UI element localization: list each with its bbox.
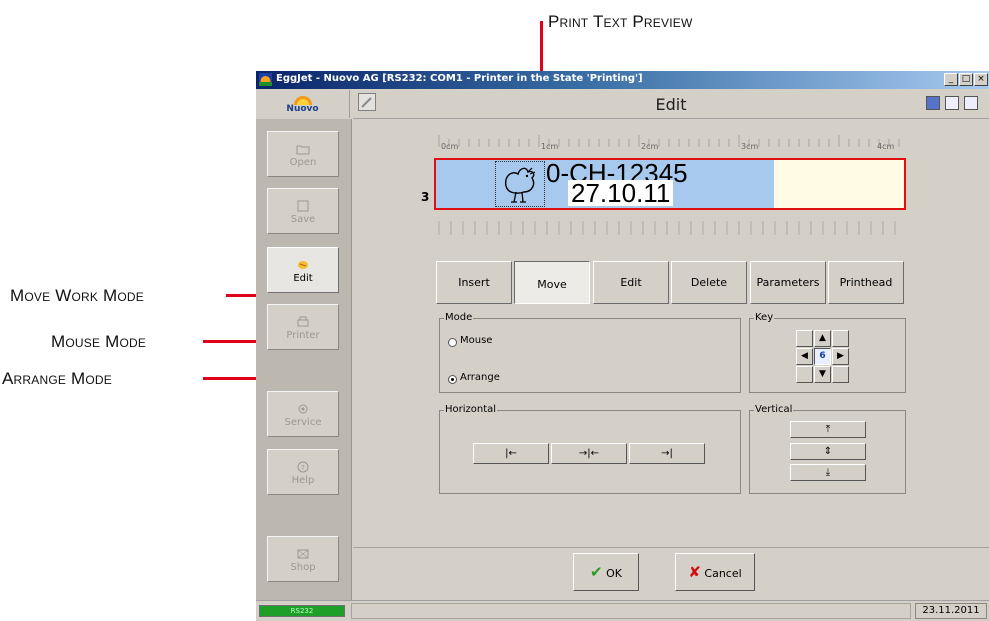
ruler-bottom	[438, 221, 896, 235]
app-window: EggJet - Nuovo AG [RS232: COM1 - Printer…	[256, 71, 989, 621]
window-title: EggJet - Nuovo AG [RS232: COM1 - Printer…	[276, 73, 643, 84]
action-bar	[353, 547, 989, 608]
close-button[interactable]: ×	[974, 73, 988, 86]
vertical-group-title: Vertical	[754, 404, 794, 415]
sidebar-item-help[interactable]: ? Help	[267, 449, 339, 495]
status-divider	[351, 603, 911, 619]
row-number: 3	[421, 190, 430, 204]
key-step-value[interactable]: 6	[814, 348, 831, 365]
sidebar-item-label: Save	[290, 214, 316, 225]
page-title: Edit	[655, 95, 687, 114]
status-bar: RS232 23.11.2011	[256, 600, 989, 621]
align-center-h-button[interactable]: →|←	[551, 443, 627, 464]
sidebar-item-label: Open	[289, 157, 317, 168]
horizontal-group-title: Horizontal	[444, 404, 498, 415]
sidebar-item-label: Printer	[286, 330, 320, 341]
tab-insert[interactable]: Insert	[436, 261, 512, 304]
ruler-label-1: 1cm	[541, 142, 558, 151]
check-icon: ✔	[590, 563, 603, 581]
sidebar: Open Save Edit Printer Service ? Help Sh…	[256, 119, 352, 607]
tab-move[interactable]: Move	[514, 261, 590, 304]
tab-parameters[interactable]: Parameters	[750, 261, 826, 304]
sidebar-item-service[interactable]: Service	[267, 391, 339, 437]
ruler-label-0: 0cm	[441, 142, 458, 151]
status-port: RS232	[259, 605, 345, 617]
preview-line-2: 27.10.11	[568, 180, 674, 206]
egg-icon	[298, 261, 308, 269]
svg-text:?: ?	[301, 464, 305, 472]
align-middle-v-button[interactable]: ⇕	[790, 443, 866, 460]
callout-print-text-preview: Print Text Preview	[548, 12, 693, 31]
sidebar-item-shop[interactable]: Shop	[267, 536, 339, 582]
cancel-button[interactable]: ✘ Cancel	[675, 553, 755, 591]
sidebar-item-printer[interactable]: Printer	[267, 304, 339, 350]
mode-group: Mode Mouse Arrange	[439, 312, 741, 393]
printer-icon	[297, 316, 309, 327]
sidebar-item-save[interactable]: Save	[267, 188, 339, 234]
print-text-preview[interactable]: 0-CH-12345 27.10.11	[434, 158, 906, 210]
sidebar-item-label: Edit	[293, 273, 313, 284]
logo-text: Nuovo	[286, 104, 319, 114]
folder-icon	[296, 145, 310, 155]
ruler-label-4: 4cm	[877, 142, 894, 151]
align-right-button[interactable]: →|	[629, 443, 705, 464]
mode-group-title: Mode	[444, 312, 474, 323]
arrange-radio-label[interactable]: Arrange	[460, 372, 500, 383]
ruler-top: 0cm 1cm 2cm 3cm 4cm	[438, 135, 900, 151]
sidebar-item-label: Shop	[290, 562, 316, 573]
align-left-button[interactable]: |←	[473, 443, 549, 464]
title-bar: EggJet - Nuovo AG [RS232: COM1 - Printer…	[256, 71, 989, 89]
ruler-label-2: 2cm	[641, 142, 658, 151]
disk-icon	[297, 200, 309, 212]
cancel-label: Cancel	[704, 567, 742, 580]
toolbar-icon-2[interactable]	[945, 96, 959, 110]
toolbar-icon-3[interactable]	[964, 96, 978, 110]
gear-icon	[298, 404, 308, 414]
key-blank-br[interactable]	[832, 366, 849, 383]
callout-move-work-mode: Move Work Mode	[10, 286, 144, 305]
cancel-x-icon: ✘	[688, 563, 701, 581]
key-group: Key ▲ ◀ 6 ▶ ▼	[749, 312, 906, 393]
help-icon: ?	[297, 461, 309, 473]
key-blank-tl[interactable]	[796, 330, 813, 347]
key-up-button[interactable]: ▲	[814, 330, 831, 347]
align-top-button[interactable]: ⤒	[790, 421, 866, 438]
chicken-icon[interactable]	[495, 161, 545, 207]
key-group-title: Key	[754, 312, 775, 323]
sidebar-item-label: Service	[284, 417, 322, 428]
callout-arrange-mode: Arrange Mode	[2, 369, 112, 388]
key-blank-tr[interactable]	[832, 330, 849, 347]
sidebar-item-open[interactable]: Open	[267, 131, 339, 177]
arrange-radio[interactable]	[448, 375, 457, 384]
minimize-button[interactable]: _	[944, 73, 958, 86]
sidebar-item-edit[interactable]: Edit	[267, 247, 339, 293]
logo: Nuovo	[256, 90, 350, 118]
callout-mouse-mode: Mouse Mode	[51, 332, 147, 351]
ok-button[interactable]: ✔ OK	[573, 553, 639, 591]
mouse-radio-label[interactable]: Mouse	[460, 335, 492, 346]
toolbar-icon-1[interactable]	[926, 96, 940, 110]
app-icon	[259, 73, 272, 86]
key-right-button[interactable]: ▶	[832, 348, 849, 365]
header-bar: Edit	[353, 90, 989, 119]
maximize-button[interactable]: □	[959, 73, 973, 86]
key-blank-bl[interactable]	[796, 366, 813, 383]
status-date: 23.11.2011	[915, 603, 987, 619]
tab-printhead[interactable]: Printhead	[828, 261, 904, 304]
ruler-label-3: 3cm	[741, 142, 758, 151]
tab-delete[interactable]: Delete	[671, 261, 747, 304]
key-down-button[interactable]: ▼	[814, 366, 831, 383]
tab-edit[interactable]: Edit	[593, 261, 669, 304]
ok-label: OK	[606, 567, 622, 580]
sidebar-item-label: Help	[291, 475, 315, 486]
mouse-radio[interactable]	[448, 338, 457, 347]
shop-icon	[297, 549, 309, 559]
key-left-button[interactable]: ◀	[796, 348, 813, 365]
align-bottom-button[interactable]: ⤓	[790, 464, 866, 481]
